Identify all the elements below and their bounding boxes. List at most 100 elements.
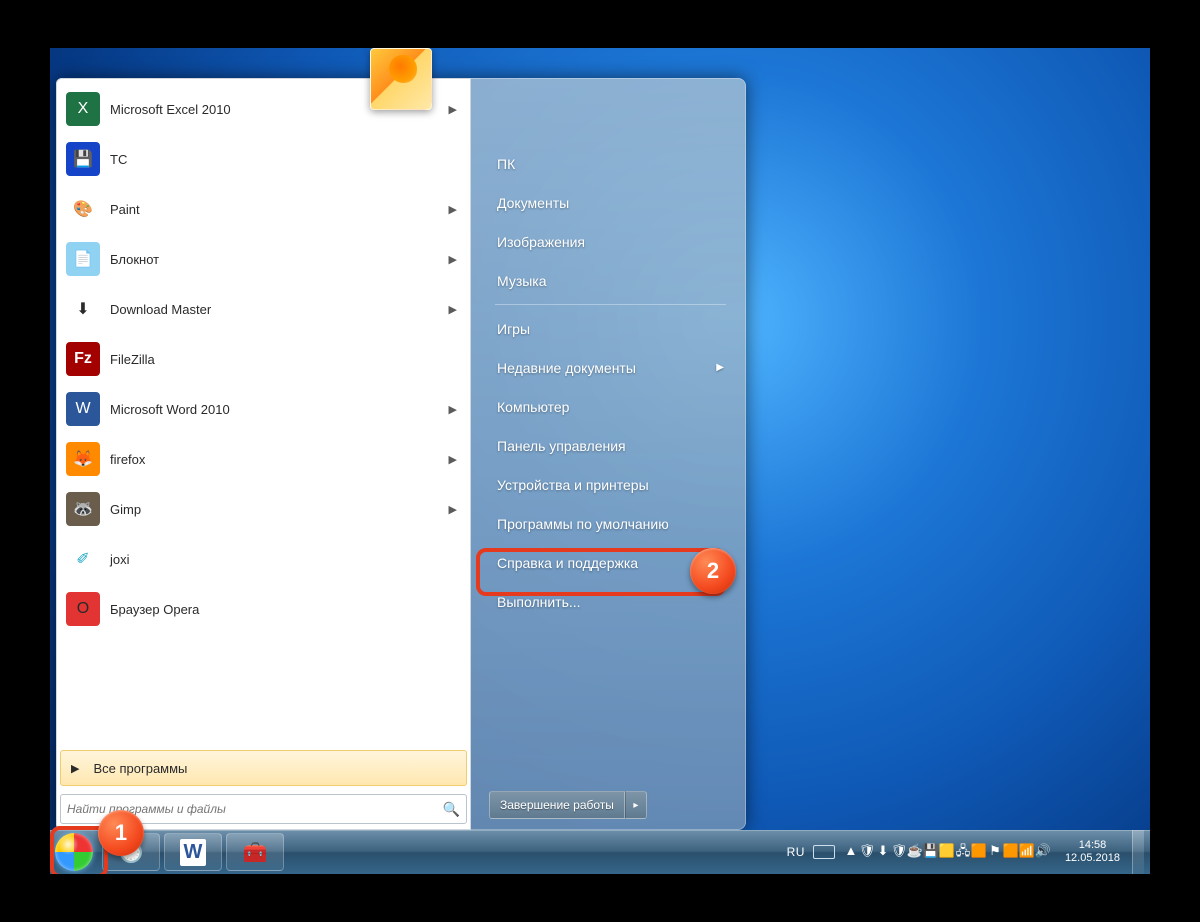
chevron-right-icon: ▶ bbox=[716, 362, 724, 373]
program-label: Microsoft Word 2010 bbox=[110, 402, 449, 417]
start-menu-right-pane: ПК Документы Изображения Музыка Игры Недавни… bbox=[471, 78, 746, 830]
program-label: joxi bbox=[110, 552, 461, 567]
start-right-item[interactable]: Недавние документы ▶ bbox=[489, 348, 732, 387]
program-item-joxi[interactable]: ✐ joxi bbox=[60, 534, 467, 584]
program-item-notepad[interactable]: 📄Блокнот▶ bbox=[60, 234, 467, 284]
antivirus-icon[interactable]: 🟧 bbox=[1003, 843, 1019, 859]
start-right-item[interactable]: Программы по умолчанию bbox=[489, 504, 732, 543]
taskbar-app-word[interactable]: W bbox=[164, 833, 222, 871]
chevron-right-icon: ▶ bbox=[449, 203, 457, 216]
start-right-label: Программы по умолчанию bbox=[497, 516, 669, 532]
start-button[interactable] bbox=[50, 830, 98, 874]
system-tray: RU ▲🛡⬇🛡☕💾🟨🖧🟧⚑🟧📶🔊 14:58 12.05.2018 bbox=[787, 839, 1126, 865]
chevron-right-icon: ▶ bbox=[449, 503, 457, 516]
chevron-right-icon: ▶ bbox=[449, 453, 457, 466]
start-right-item[interactable]: Изображения bbox=[489, 222, 732, 261]
start-right-item[interactable]: Устройства и принтеры bbox=[489, 465, 732, 504]
start-right-label: Справка и поддержка bbox=[497, 555, 638, 571]
uac-icon[interactable]: 🛡 bbox=[891, 843, 907, 859]
chevron-right-icon: ▸ bbox=[633, 800, 638, 811]
program-list: XMicrosoft Excel 2010▶💾TC🎨Paint▶📄Блокнот… bbox=[60, 84, 467, 746]
taskbar-time: 14:58 bbox=[1065, 839, 1120, 852]
annotation-badge-2: 2 bbox=[690, 548, 736, 594]
gimp-icon: 🦝 bbox=[66, 492, 100, 526]
start-right-item[interactable]: Документы bbox=[489, 183, 732, 222]
start-right-label: Панель управления bbox=[497, 438, 626, 454]
filezilla-icon: Fz bbox=[66, 342, 100, 376]
program-item-paint[interactable]: 🎨Paint▶ bbox=[60, 184, 467, 234]
program-label: TC bbox=[110, 152, 461, 167]
keyboard-icon[interactable] bbox=[813, 845, 835, 859]
start-right-label: Документы bbox=[497, 195, 569, 211]
start-right-item[interactable]: Панель управления bbox=[489, 426, 732, 465]
chevron-right-icon: ▶ bbox=[449, 403, 457, 416]
start-right-item[interactable]: Игры bbox=[489, 309, 732, 348]
firefox-icon: 🦊 bbox=[66, 442, 100, 476]
screen: XMicrosoft Excel 2010▶💾TC🎨Paint▶📄Блокнот… bbox=[0, 0, 1200, 922]
shutdown-button[interactable]: Завершение работы bbox=[489, 791, 625, 819]
start-menu-left-pane: XMicrosoft Excel 2010▶💾TC🎨Paint▶📄Блокнот… bbox=[56, 78, 471, 830]
tc-icon: 💾 bbox=[66, 142, 100, 176]
opera-icon: O bbox=[66, 592, 100, 626]
jdownloader-icon[interactable]: ⬇ bbox=[875, 843, 891, 859]
program-item-dm[interactable]: ⬇ Download Master▶ bbox=[60, 284, 467, 334]
search-icon: 🔍 bbox=[443, 801, 460, 818]
program-item-firefox[interactable]: 🦊 firefox▶ bbox=[60, 434, 467, 484]
dm-icon: ⬇ bbox=[66, 292, 100, 326]
shutdown-options-button[interactable]: ▸ bbox=[625, 791, 647, 819]
user-picture[interactable] bbox=[370, 48, 432, 110]
start-right-item[interactable]: ПК bbox=[489, 144, 732, 183]
start-right-label: ПК bbox=[497, 156, 515, 172]
shield-icon[interactable]: 🛡 bbox=[859, 843, 875, 859]
all-programs-button[interactable]: ▶ Все программы bbox=[60, 750, 467, 786]
all-programs-label: Все программы bbox=[93, 761, 187, 776]
paint-icon: 🎨 bbox=[66, 192, 100, 226]
network-icon[interactable]: 🖧 bbox=[955, 845, 971, 861]
word-icon: W bbox=[66, 392, 100, 426]
start-menu: XMicrosoft Excel 2010▶💾TC🎨Paint▶📄Блокнот… bbox=[56, 78, 746, 830]
start-right-label: Недавние документы bbox=[497, 360, 636, 376]
taskbar-clock[interactable]: 14:58 12.05.2018 bbox=[1065, 839, 1120, 865]
start-right-label: Выполнить... bbox=[497, 594, 581, 610]
program-item-gimp[interactable]: 🦝 Gimp▶ bbox=[60, 484, 467, 534]
start-right-label: Музыка bbox=[497, 273, 547, 289]
program-item-opera[interactable]: O Браузер Opera bbox=[60, 584, 467, 634]
program-item-filezilla[interactable]: Fz FileZilla bbox=[60, 334, 467, 384]
chevron-right-icon: ▶ bbox=[449, 103, 457, 116]
start-right-item[interactable]: Выполнить... bbox=[489, 582, 732, 621]
up-arrow-icon[interactable]: ▲ bbox=[843, 843, 859, 859]
triangle-right-icon: ▶ bbox=[71, 762, 79, 775]
start-right-item[interactable]: Компьютер bbox=[489, 387, 732, 426]
wifi-icon[interactable]: 📶 bbox=[1019, 843, 1035, 859]
java-icon[interactable]: ☕ bbox=[907, 843, 923, 859]
start-right-label: Изображения bbox=[497, 234, 585, 250]
orange-icon[interactable]: 🟧 bbox=[971, 843, 987, 859]
language-indicator[interactable]: RU bbox=[787, 845, 805, 859]
start-right-label: Игры bbox=[497, 321, 530, 337]
start-right-label: Компьютер bbox=[497, 399, 569, 415]
program-item-tc[interactable]: 💾 TC bbox=[60, 134, 467, 184]
program-label: Download Master bbox=[110, 302, 449, 317]
defender-icon[interactable]: 🟨 bbox=[939, 843, 955, 859]
chevron-right-icon: ▶ bbox=[449, 303, 457, 316]
shutdown-label: Завершение работы bbox=[500, 798, 614, 812]
program-label: FileZilla bbox=[110, 352, 461, 367]
notepad-icon: 📄 bbox=[66, 242, 100, 276]
joxi-icon: ✐ bbox=[66, 542, 100, 576]
volume-icon[interactable]: 🔊 bbox=[1035, 843, 1051, 859]
start-right-label: Устройства и принтеры bbox=[497, 477, 649, 493]
taskbar-date: 12.05.2018 bbox=[1065, 852, 1120, 865]
program-item-word[interactable]: W Microsoft Word 2010▶ bbox=[60, 384, 467, 434]
program-label: Браузер Opera bbox=[110, 602, 461, 617]
taskbar-app-toolbox[interactable]: 🧰 bbox=[226, 833, 284, 871]
shutdown-row: Завершение работы ▸ bbox=[489, 790, 732, 820]
separator bbox=[495, 304, 726, 305]
flag-icon[interactable]: ⚑ bbox=[987, 843, 1003, 859]
program-label: firefox bbox=[110, 452, 449, 467]
program-label: Gimp bbox=[110, 502, 449, 517]
start-right-item[interactable]: Музыка bbox=[489, 261, 732, 300]
show-desktop-button[interactable] bbox=[1132, 830, 1144, 874]
annotation-badge-1: 1 bbox=[98, 810, 144, 856]
program-label: Блокнот bbox=[110, 252, 449, 267]
disk-icon[interactable]: 💾 bbox=[923, 843, 939, 859]
